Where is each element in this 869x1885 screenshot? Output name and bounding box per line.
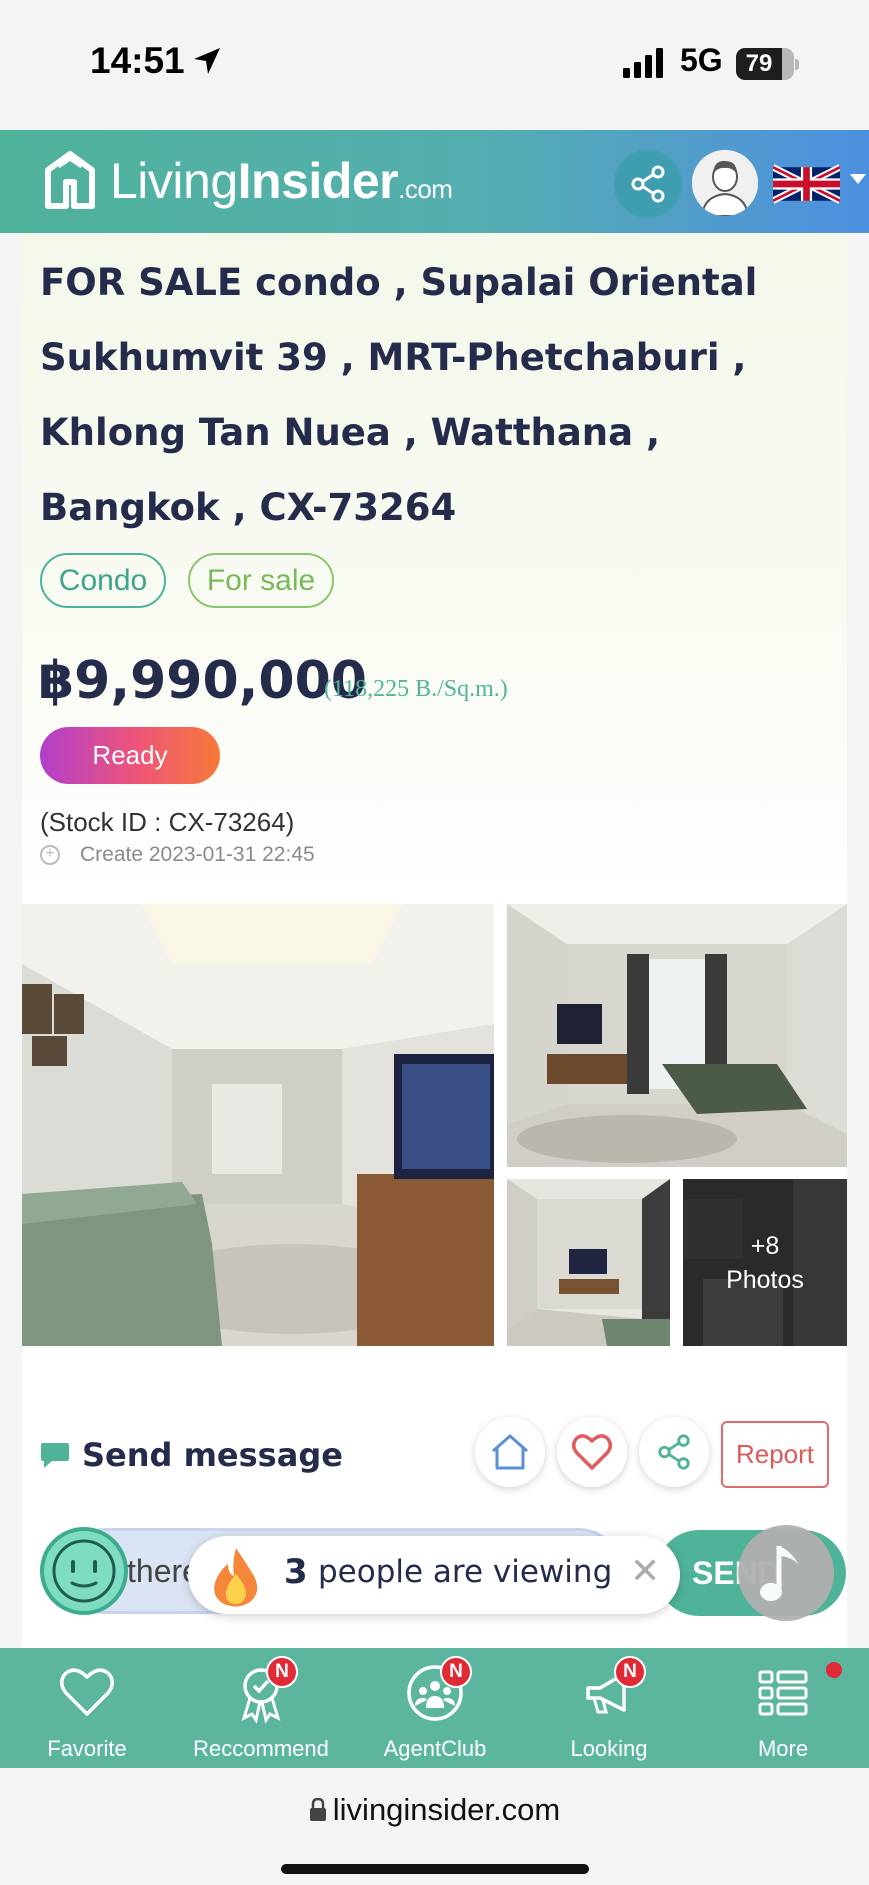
nav-favorite[interactable]: Favorite: [0, 1648, 174, 1768]
site-logo[interactable]: LivingInsider.com: [110, 152, 453, 210]
nav-recommend-badge: N: [266, 1656, 298, 1688]
photo-more[interactable]: +8 Photos: [683, 1179, 847, 1346]
listing-card: FOR SALE condo , Supalai Oriental Sukhum…: [22, 233, 847, 1648]
nav-agentclub-label: AgentClub: [383, 1736, 487, 1761]
bottom-navigation: Favorite N Reccommend N AgentClub N Look…: [0, 1648, 869, 1768]
lock-icon: [309, 1797, 326, 1821]
viewing-count: 3: [284, 1552, 308, 1592]
nav-agentclub[interactable]: N AgentClub: [348, 1648, 522, 1768]
photo-main-living-room[interactable]: [22, 904, 494, 1346]
living-room-wide-image: [507, 904, 847, 1167]
home-indicator: [281, 1864, 589, 1874]
uk-flag-icon[interactable]: [773, 160, 840, 208]
close-icon[interactable]: ✕: [630, 1550, 660, 1592]
fire-icon: [214, 1548, 258, 1607]
header-share-button[interactable]: [614, 150, 682, 218]
nav-recommend-label: Reccommend: [193, 1736, 329, 1761]
stock-id: (Stock ID : CX-73264): [40, 807, 295, 837]
more-photos-label: Photos: [726, 1265, 804, 1294]
tv-area-image: [507, 1179, 670, 1346]
status-time: 14:51: [90, 40, 185, 81]
heart-icon: [60, 1668, 114, 1716]
nav-looking-label: Looking: [570, 1736, 648, 1761]
more-photos-overlay[interactable]: +8 Photos: [683, 1179, 847, 1346]
logo-insider: Insider: [237, 153, 399, 209]
battery-level: 79: [745, 50, 773, 77]
created-date-text: Create 2023-01-31 22:45: [80, 843, 315, 866]
user-avatar[interactable]: [692, 150, 758, 216]
nav-favorite-label: Favorite: [47, 1736, 127, 1761]
logo-suffix: .com: [398, 174, 453, 204]
site-header: LivingInsider.com: [0, 130, 869, 233]
logo-house-icon[interactable]: [44, 148, 96, 212]
report-button[interactable]: Report: [721, 1421, 829, 1488]
send-message-link[interactable]: Send message: [40, 1436, 343, 1474]
favorite-button[interactable]: [557, 1417, 627, 1487]
url-text: livinginsider.com: [332, 1792, 561, 1827]
listing-title: FOR SALE condo , Supalai Oriental Sukhum…: [40, 261, 758, 529]
photo-living-room-wide[interactable]: [507, 904, 847, 1167]
tag-for-sale[interactable]: For sale: [188, 553, 334, 608]
url-display[interactable]: livinginsider.com: [0, 1792, 869, 1828]
more-photos-count: +8: [750, 1231, 780, 1260]
nav-looking[interactable]: N Looking: [522, 1648, 696, 1768]
notification-dot: [826, 1662, 842, 1678]
price-per-sqm: (118,225 B./Sq.m.): [324, 676, 508, 702]
cellular-signal-icon: [623, 48, 663, 78]
nav-more-label: More: [757, 1736, 809, 1761]
nav-more[interactable]: More: [696, 1648, 869, 1768]
music-note-icon: [760, 1546, 799, 1601]
living-room-image: [22, 904, 494, 1346]
status-badge: Ready: [40, 727, 220, 784]
share-icon: [631, 165, 665, 203]
heart-icon: [572, 1434, 612, 1470]
chat-bot-avatar[interactable]: [40, 1527, 128, 1615]
viewing-text: people are viewing: [318, 1554, 613, 1590]
listing-summary: FOR SALE condo , Supalai Oriental Sukhum…: [22, 233, 847, 878]
list-icon: [758, 1670, 808, 1716]
tag-condo[interactable]: Condo: [40, 553, 166, 608]
nav-recommend[interactable]: N Reccommend: [174, 1648, 348, 1768]
status-bar: 14:51 5G 79: [0, 0, 869, 130]
battery-icon: 79: [736, 48, 799, 80]
language-dropdown-caret-icon[interactable]: [850, 174, 866, 184]
share-icon: [658, 1434, 690, 1470]
avatar-person-icon: [692, 150, 758, 216]
share-button[interactable]: [639, 1417, 709, 1487]
smiley-face-icon: [52, 1539, 116, 1603]
listing-price: ฿9,990,000: [38, 651, 367, 711]
created-date: + Create 2023-01-31 22:45: [40, 843, 315, 867]
home-icon: [492, 1434, 528, 1470]
home-button[interactable]: [475, 1417, 545, 1487]
location-arrow-icon: [194, 48, 220, 74]
network-type: 5G: [680, 42, 723, 78]
music-button[interactable]: [738, 1525, 834, 1621]
plus-circle-icon: +: [40, 845, 60, 866]
send-message-label: Send message: [82, 1436, 343, 1474]
browser-url-bar[interactable]: livinginsider.com: [0, 1768, 869, 1885]
photo-tv-area[interactable]: [507, 1179, 670, 1346]
nav-looking-badge: N: [614, 1656, 646, 1688]
logo-living: Living: [110, 153, 238, 209]
nav-agentclub-badge: N: [440, 1656, 472, 1688]
viewing-count-popup: 3 people are viewing ✕: [188, 1536, 680, 1614]
chat-bubble-icon: [41, 1443, 69, 1468]
